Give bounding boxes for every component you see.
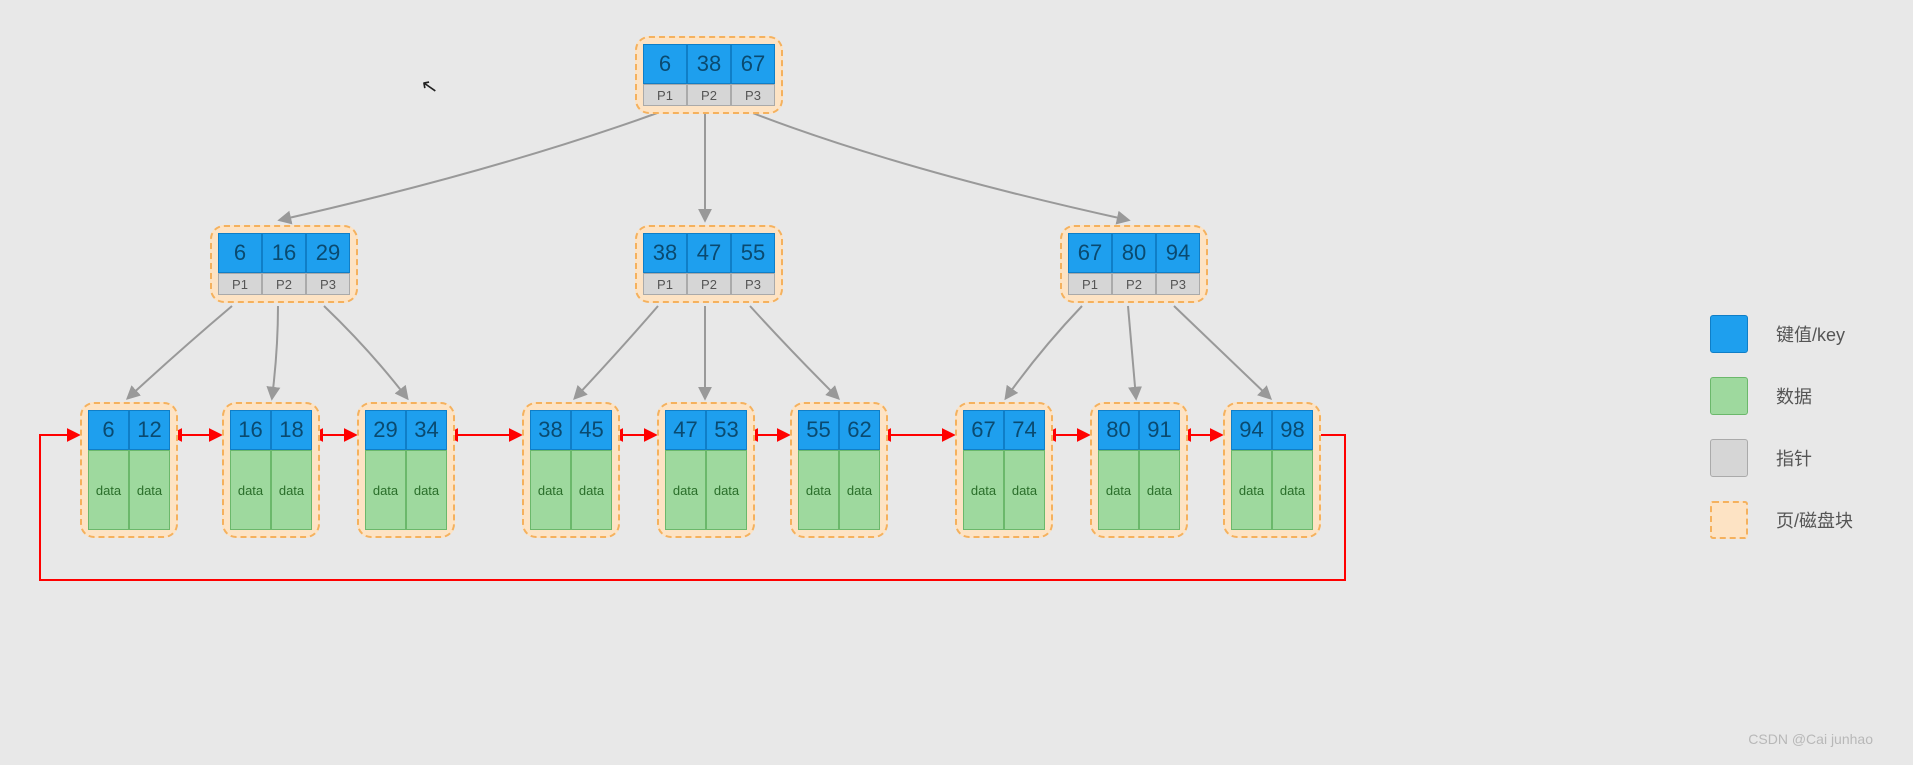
legend-label-ptr: 指针	[1776, 445, 1812, 471]
leaf-node-6: 55data 62data	[790, 402, 888, 538]
leaf-node-1: 6data 12data	[80, 402, 178, 538]
swatch-data	[1710, 377, 1748, 415]
swatch-ptr	[1710, 439, 1748, 477]
leaf-node-2: 16data 18data	[222, 402, 320, 538]
legend-key: 键值/key	[1710, 315, 1853, 353]
legend: 键值/key 数据 指针 页/磁盘块	[1710, 315, 1853, 539]
leaf-node-5: 47data 53data	[657, 402, 755, 538]
connector-layer	[0, 0, 1913, 765]
root-node: 6P1 38P2 67P3	[635, 36, 783, 114]
leaf-node-9: 94data 98data	[1223, 402, 1321, 538]
internal-node-2: 38P1 47P2 55P3	[635, 225, 783, 303]
swatch-page	[1710, 501, 1748, 539]
legend-data: 数据	[1710, 377, 1853, 415]
legend-label-key: 键值/key	[1776, 321, 1845, 347]
leaf-node-4: 38data 45data	[522, 402, 620, 538]
cursor-icon: ↖	[419, 73, 440, 101]
diagram-canvas: ↖	[0, 0, 1913, 765]
leaf-node-3: 29data 34data	[357, 402, 455, 538]
leaf-node-8: 80data 91data	[1090, 402, 1188, 538]
leaf-node-7: 67data 74data	[955, 402, 1053, 538]
watermark: CSDN @Cai junhao	[1748, 731, 1873, 747]
legend-page: 页/磁盘块	[1710, 501, 1853, 539]
swatch-key	[1710, 315, 1748, 353]
legend-label-page: 页/磁盘块	[1776, 507, 1853, 533]
legend-label-data: 数据	[1776, 383, 1812, 409]
internal-node-3: 67P1 80P2 94P3	[1060, 225, 1208, 303]
legend-ptr: 指针	[1710, 439, 1853, 477]
internal-node-1: 6P1 16P2 29P3	[210, 225, 358, 303]
